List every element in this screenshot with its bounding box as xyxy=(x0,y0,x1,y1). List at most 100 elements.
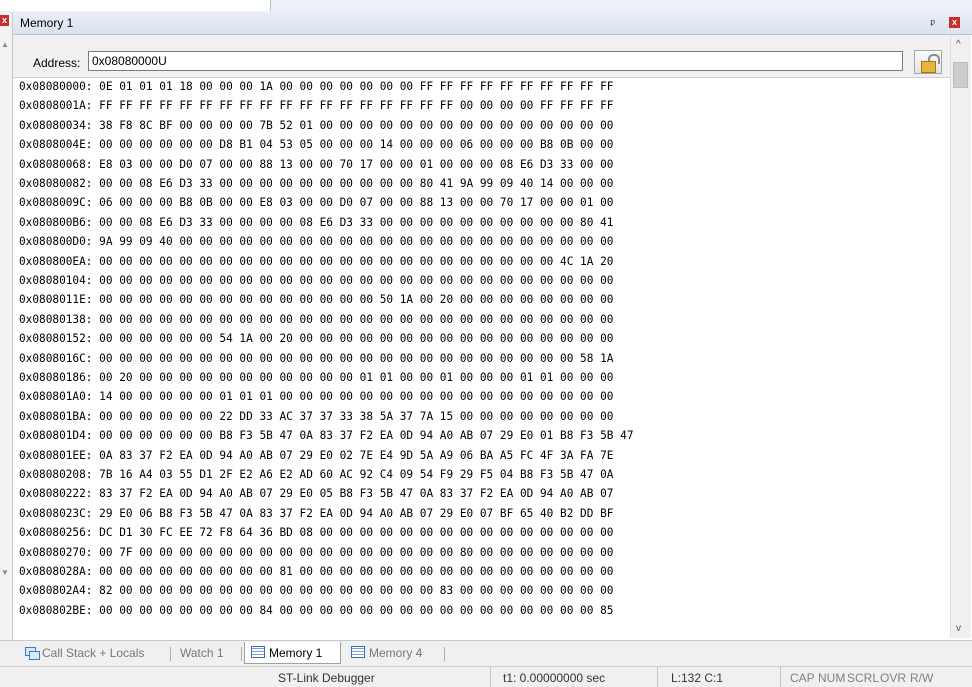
call-stack-icon xyxy=(25,647,40,660)
memory-row[interactable]: 0x080800B6: 00 00 08 E6 D3 33 00 00 00 0… xyxy=(19,214,613,232)
memory-row-bytes: 9A 99 09 40 00 00 00 00 00 00 00 00 00 0… xyxy=(99,235,614,249)
close-icon[interactable]: x xyxy=(949,17,960,28)
memory-row[interactable]: 0x080801EE: 0A 83 37 F2 EA 0D 94 A0 AB 0… xyxy=(19,447,613,465)
tab-label: Watch 1 xyxy=(180,646,224,660)
memory-row-address: 0x08080068: xyxy=(19,157,93,171)
status-time: t1: 0.00000000 sec xyxy=(503,671,606,685)
address-label: Address: xyxy=(33,56,81,70)
memory-row-bytes: 0E 01 01 01 18 00 00 00 1A 00 00 00 00 0… xyxy=(99,80,614,93)
window-title: Memory 1 xyxy=(20,16,74,30)
memory-row[interactable]: 0x0808001A: FF FF FF FF FF FF FF FF FF F… xyxy=(19,97,613,115)
memory-row[interactable]: 0x080802BE: 00 00 00 00 00 00 00 00 84 0… xyxy=(19,602,613,620)
memory-row-bytes: 82 00 00 00 00 00 00 00 00 00 00 00 00 0… xyxy=(99,584,614,598)
memory-row-bytes: 00 00 00 00 00 00 22 DD 33 AC 37 37 33 3… xyxy=(99,409,614,423)
memory-row-bytes: FF FF FF FF FF FF FF FF FF FF FF FF FF F… xyxy=(99,99,614,113)
memory-row-bytes: 7B 16 A4 03 55 D1 2F E2 A6 E2 AD 60 AC 9… xyxy=(99,468,614,481)
memory-row-bytes: 00 20 00 00 00 00 00 00 00 00 00 00 00 0… xyxy=(99,371,614,384)
memory-row[interactable]: 0x08080208: 7B 16 A4 03 55 D1 2F E2 A6 E… xyxy=(19,466,613,484)
memory-row-bytes: 00 00 00 00 00 00 D8 B1 04 53 05 00 00 0… xyxy=(99,138,614,152)
memory-row-address: 0x080800D0: xyxy=(19,235,93,249)
memory-row-bytes: 00 00 00 00 00 00 00 00 00 00 00 00 00 0… xyxy=(99,254,614,268)
indicator-ovr: OVR xyxy=(880,671,907,685)
scroll-up-icon[interactable]: ^ xyxy=(956,39,961,50)
memory-row-bytes: 14 00 00 00 00 00 01 01 01 00 00 00 00 0… xyxy=(99,390,614,404)
address-input[interactable]: 0x08080000U xyxy=(88,51,903,71)
memory-row-address: 0x080800B6: xyxy=(19,215,93,229)
memory-row-bytes: 00 00 08 E6 D3 33 00 00 00 00 00 00 00 0… xyxy=(99,177,614,190)
pin-icon[interactable]: 𝔭 xyxy=(930,16,935,29)
left-side-panel-edge: x ▲ ▼ xyxy=(0,12,13,640)
memory-row-bytes: E8 03 00 00 D0 07 00 00 88 13 00 00 70 1… xyxy=(99,157,614,171)
tab-call-stack-locals[interactable]: Call Stack + Locals xyxy=(19,642,150,664)
memory-row[interactable]: 0x08080256: DC D1 30 FC EE 72 F8 64 36 B… xyxy=(19,524,613,542)
memory-dump[interactable]: 0x08080000: 0E 01 01 01 18 00 00 00 1A 0… xyxy=(13,78,950,638)
memory-row-bytes: 06 00 00 00 B8 0B 00 00 E8 03 00 00 D0 0… xyxy=(99,196,614,210)
tab-memory-4[interactable]: Memory 4 xyxy=(345,642,428,664)
memory-row[interactable]: 0x08080186: 00 20 00 00 00 00 00 00 00 0… xyxy=(19,369,613,387)
memory-row-address: 0x0808011E: xyxy=(19,293,93,307)
status-bar: ST-Link Debugger t1: 0.00000000 sec L:13… xyxy=(0,666,972,687)
side-close-icon[interactable]: x xyxy=(0,15,9,26)
memory-row[interactable]: 0x0808023C: 29 E0 06 B8 F3 5B 47 0A 83 3… xyxy=(19,505,613,523)
memory-row-bytes: 00 00 00 00 00 00 00 00 84 00 00 00 00 0… xyxy=(99,603,614,617)
memory-row[interactable]: 0x0808009C: 06 00 00 00 B8 0B 00 00 E8 0… xyxy=(19,194,613,212)
memory-row[interactable]: 0x08080000: 0E 01 01 01 18 00 00 00 1A 0… xyxy=(19,78,613,96)
memory-row[interactable]: 0x08080068: E8 03 00 00 D0 07 00 00 88 1… xyxy=(19,156,613,174)
memory-row-bytes: 00 7F 00 00 00 00 00 00 00 00 00 00 00 0… xyxy=(99,545,614,559)
memory-row-address: 0x08080208: xyxy=(19,468,93,481)
bottom-tab-bar: Call Stack + Locals Watch 1 Memory 1 Mem… xyxy=(0,640,972,667)
memory-row[interactable]: 0x08080104: 00 00 00 00 00 00 00 00 00 0… xyxy=(19,272,613,290)
memory-row-address: 0x080800EA: xyxy=(19,254,93,268)
memory-row[interactable]: 0x0808016C: 00 00 00 00 00 00 00 00 00 0… xyxy=(19,350,613,368)
memory-row-address: 0x0808004E: xyxy=(19,138,93,152)
memory-row[interactable]: 0x08080222: 83 37 F2 EA 0D 94 A0 AB 07 2… xyxy=(19,485,613,503)
memory-row[interactable]: 0x08080138: 00 00 00 00 00 00 00 00 00 0… xyxy=(19,311,613,329)
memory-row[interactable]: 0x080802A4: 82 00 00 00 00 00 00 00 00 0… xyxy=(19,582,613,600)
memory-row[interactable]: 0x0808028A: 00 00 00 00 00 00 00 00 00 8… xyxy=(19,563,613,581)
memory-row-bytes: 38 F8 8C BF 00 00 00 00 7B 52 01 00 00 0… xyxy=(99,118,614,132)
tab-watch-1[interactable]: Watch 1 xyxy=(174,642,230,664)
memory-row[interactable]: 0x080801D4: 00 00 00 00 00 00 B8 F3 5B 4… xyxy=(19,427,634,445)
memory-row[interactable]: 0x080801BA: 00 00 00 00 00 00 22 DD 33 A… xyxy=(19,408,613,426)
memory-row-address: 0x0808016C: xyxy=(19,351,93,365)
scroll-thumb[interactable] xyxy=(953,62,968,88)
memory-row[interactable]: 0x08080270: 00 7F 00 00 00 00 00 00 00 0… xyxy=(19,544,613,562)
indicator-cap: CAP xyxy=(790,671,815,685)
memory-row-bytes: 00 00 00 00 00 00 B8 F3 5B 47 0A 83 37 F… xyxy=(99,429,634,443)
memory-row-address: 0x0808028A: xyxy=(19,565,93,578)
memory-row-address: 0x08080104: xyxy=(19,274,93,287)
memory-row[interactable]: 0x080801A0: 14 00 00 00 00 00 01 01 01 0… xyxy=(19,388,613,406)
side-scroll-down-icon[interactable]: ▼ xyxy=(1,568,9,577)
memory-row-bytes: 0A 83 37 F2 EA 0D 94 A0 AB 07 29 E0 02 7… xyxy=(99,448,614,462)
tab-label: Memory 1 xyxy=(269,646,323,660)
tab-label: Call Stack + Locals xyxy=(42,646,145,660)
memory-row-address: 0x08080082: xyxy=(19,177,93,190)
indicator-num: NUM xyxy=(818,671,846,685)
memory-window: Memory 1 𝔭 x Address: 0x08080000U 0x0808… xyxy=(13,12,972,640)
editor-tab-edge[interactable] xyxy=(0,0,271,11)
scroll-down-icon[interactable]: v xyxy=(956,623,961,634)
memory-row[interactable]: 0x08080152: 00 00 00 00 00 00 54 1A 00 2… xyxy=(19,330,613,348)
memory-row-address: 0x080802BE: xyxy=(19,603,93,617)
memory-row-address: 0x0808001A: xyxy=(19,99,93,113)
memory-row-bytes: 00 00 00 00 00 00 00 00 00 00 00 00 00 0… xyxy=(99,351,614,365)
side-scroll-up-icon[interactable]: ▲ xyxy=(1,40,9,49)
address-bar: Address: 0x08080000U xyxy=(13,35,950,78)
status-position: L:132 C:1 xyxy=(671,671,724,685)
memory-row-address: 0x080801BA: xyxy=(19,409,93,423)
memory-row[interactable]: 0x0808004E: 00 00 00 00 00 00 D8 B1 04 5… xyxy=(19,136,613,154)
vertical-scrollbar[interactable]: ^ v xyxy=(950,35,971,638)
memory-row-bytes: 00 00 00 00 00 00 00 00 00 81 00 00 00 0… xyxy=(99,565,614,578)
tab-memory-1[interactable]: Memory 1 xyxy=(244,642,341,664)
tab-label: Memory 4 xyxy=(369,646,423,660)
memory-row[interactable]: 0x0808011E: 00 00 00 00 00 00 00 00 00 0… xyxy=(19,291,613,309)
memory-row[interactable]: 0x08080082: 00 00 08 E6 D3 33 00 00 00 0… xyxy=(19,175,613,193)
lock-button[interactable] xyxy=(914,50,942,74)
memory-icon xyxy=(251,646,265,658)
memory-row-bytes: 00 00 00 00 00 00 00 00 00 00 00 00 00 0… xyxy=(99,312,614,326)
memory-row-address: 0x08080222: xyxy=(19,487,93,501)
memory-row-address: 0x08080256: xyxy=(19,526,93,540)
memory-row[interactable]: 0x080800D0: 9A 99 09 40 00 00 00 00 00 0… xyxy=(19,233,613,251)
memory-row[interactable]: 0x080800EA: 00 00 00 00 00 00 00 00 00 0… xyxy=(19,253,613,271)
memory-row[interactable]: 0x08080034: 38 F8 8C BF 00 00 00 00 7B 5… xyxy=(19,117,613,135)
